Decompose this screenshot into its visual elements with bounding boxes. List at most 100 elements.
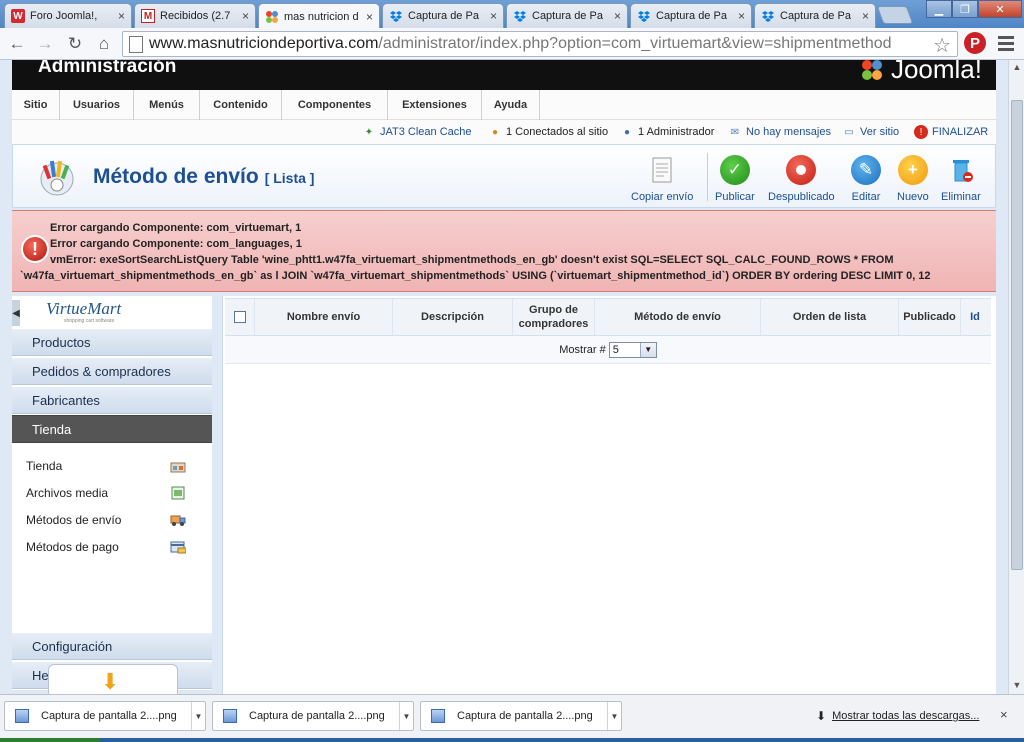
browser-menu-icon[interactable] xyxy=(998,36,1014,54)
copy-shipment-button[interactable]: Copiar envío xyxy=(631,155,693,203)
toolbar-separator xyxy=(707,153,708,201)
submenu-item-label: Tienda xyxy=(26,459,63,473)
publish-button[interactable]: ✓ Publicar xyxy=(715,155,755,203)
media-files-icon xyxy=(171,486,185,500)
scroll-up-icon[interactable]: ▲ xyxy=(1011,62,1023,74)
column-header-descripcion[interactable]: Descripción xyxy=(393,299,513,335)
select-all-cell xyxy=(225,299,255,335)
downloads-bar: Captura de pantalla 2....png ▼ Captura d… xyxy=(0,694,1024,742)
close-tab-icon[interactable]: × xyxy=(366,10,373,24)
column-header-nombre-envio[interactable]: Nombre envío xyxy=(255,299,393,335)
select-all-checkbox[interactable] xyxy=(233,311,246,323)
close-tab-icon[interactable]: × xyxy=(738,9,745,23)
column-header-publicado[interactable]: Publicado xyxy=(899,299,961,335)
new-tab-button[interactable] xyxy=(876,6,914,24)
menu-componentes[interactable]: Componentes xyxy=(282,90,388,120)
download-item[interactable]: Captura de pantalla 2....png ▼ xyxy=(4,701,206,731)
copy-shipment-label: Copiar envío xyxy=(631,191,694,203)
submenu-item-metodos-envio[interactable]: Métodos de envío xyxy=(26,510,186,530)
admin-users: ● 1 Administrador xyxy=(620,123,714,141)
menu-contenido[interactable]: Contenido xyxy=(200,90,282,120)
tab-gmail[interactable]: M Recibidos (2.7 × xyxy=(134,3,256,28)
download-item[interactable]: Captura de pantalla 2....png ▼ xyxy=(420,701,622,731)
dropbox-icon xyxy=(637,9,651,23)
chevron-down-icon[interactable]: ▼ xyxy=(399,702,413,730)
close-tab-icon[interactable]: × xyxy=(242,9,249,23)
show-all-downloads-link[interactable]: ⬇ Mostrar todas las descargas... xyxy=(816,709,979,723)
view-site-link[interactable]: ▭ Ver sitio xyxy=(842,123,899,141)
back-icon[interactable]: ← xyxy=(6,33,28,55)
minimize-icon[interactable]: ▁ xyxy=(926,0,952,18)
column-header-grupo-compradores[interactable]: Grupo de compradores xyxy=(513,299,595,335)
submenu-item-archivos-media[interactable]: Archivos media xyxy=(26,483,186,503)
column-header-metodo-envio[interactable]: Método de envío xyxy=(595,299,761,335)
admin-header: Administración Joomla! xyxy=(12,60,996,90)
logout-link[interactable]: ! FINALIZAR xyxy=(914,123,988,141)
tab-captura-2[interactable]: Captura de Pa × xyxy=(506,3,628,28)
close-tab-icon[interactable]: × xyxy=(490,9,497,23)
tab-captura-1[interactable]: Captura de Pa × xyxy=(382,3,504,28)
address-bar[interactable]: www.masnutriciondeportiva.com/administra… xyxy=(122,31,958,57)
close-tab-icon[interactable]: × xyxy=(862,9,869,23)
chevron-down-icon[interactable]: ▼ xyxy=(607,702,621,730)
url-path: /administrator/index.php?option=com_virt… xyxy=(378,35,892,52)
edit-button[interactable]: ✎ Editar xyxy=(851,155,881,203)
users-icon: ● xyxy=(491,126,499,138)
new-button[interactable]: + Nuevo xyxy=(897,155,929,203)
tab-captura-3[interactable]: Captura de Pa × xyxy=(630,3,752,28)
column-header-orden-lista[interactable]: Orden de lista xyxy=(761,299,899,335)
scroll-down-icon[interactable]: ▼ xyxy=(1011,680,1023,692)
collapse-sidebar-icon[interactable]: ◀ xyxy=(12,300,20,326)
mail-icon: ✉ xyxy=(730,126,740,138)
scrollbar-thumb[interactable] xyxy=(1011,100,1023,570)
chevron-down-icon: ▼ xyxy=(639,342,656,357)
vertical-scrollbar[interactable]: ▲ ▼ xyxy=(1008,60,1024,694)
connected-users: ● 1 Conectados al sitio xyxy=(488,123,608,141)
home-icon[interactable]: ⌂ xyxy=(93,33,115,55)
menu-usuarios[interactable]: Usuarios xyxy=(60,90,134,120)
menu-sitio[interactable]: Sitio xyxy=(12,90,60,120)
menu-extensiones[interactable]: Extensiones xyxy=(388,90,482,120)
connected-users-label: 1 Conectados al sitio xyxy=(506,126,609,138)
submenu-item-label: Archivos media xyxy=(26,486,109,500)
submenu-item-tienda[interactable]: Tienda xyxy=(26,456,186,476)
page-size-select[interactable]: 5 ▼ xyxy=(608,341,657,358)
close-tab-icon[interactable]: × xyxy=(614,9,621,23)
submenu-item-metodos-pago[interactable]: Métodos de pago xyxy=(26,537,186,557)
sidebar-item-fabricantes[interactable]: Fabricantes xyxy=(12,386,212,414)
messages-link[interactable]: ✉ No hay mensajes xyxy=(728,123,831,141)
sidebar-item-productos[interactable]: Productos xyxy=(12,328,212,356)
tab-mas-nutricion[interactable]: mas nutricion d × xyxy=(258,3,380,29)
taskbar-strip xyxy=(0,738,1024,742)
close-tab-icon[interactable]: × xyxy=(118,9,125,23)
unpublish-button[interactable]: Despublicado xyxy=(768,155,835,203)
virtuemart-logo-subtext: shopping cart software xyxy=(64,318,115,324)
dropbox-icon xyxy=(761,9,775,23)
sidebar-item-pedidos[interactable]: Pedidos & compradores xyxy=(12,357,212,385)
restore-icon[interactable]: ❐ xyxy=(952,0,978,18)
virtuemart-logo: ◀ VirtueMart shopping cart software xyxy=(12,296,212,328)
jat3-clean-cache-link[interactable]: ✦ JAT3 Clean Cache xyxy=(362,123,472,141)
menu-menus[interactable]: Menús xyxy=(134,90,200,120)
admin-status-bar: ✦ JAT3 Clean Cache ● 1 Conectados al sit… xyxy=(12,120,996,144)
forward-icon[interactable]: → xyxy=(34,33,56,55)
tab-foro-joomla[interactable]: W Foro Joomla!, × xyxy=(4,3,132,28)
close-downloads-icon[interactable]: × xyxy=(1000,707,1008,722)
menu-ayuda[interactable]: Ayuda xyxy=(482,90,540,120)
sidebar-item-configuracion[interactable]: Configuración xyxy=(12,632,212,660)
page-size-value: 5 xyxy=(612,343,619,356)
delete-button[interactable]: Eliminar xyxy=(941,155,981,203)
close-window-icon[interactable]: ✕ xyxy=(978,0,1022,18)
publish-label: Publicar xyxy=(715,191,755,203)
chevron-down-icon[interactable]: ▼ xyxy=(191,702,205,730)
error-line-1: Error cargando Componente: com_virtuemar… xyxy=(50,222,302,234)
page-toolbar: Método de envío [ Lista ] Copiar envío ✓ … xyxy=(12,144,996,208)
bookmark-star-icon[interactable]: ☆ xyxy=(933,33,951,58)
column-header-id[interactable]: Id xyxy=(961,299,989,335)
tab-captura-4[interactable]: Captura de Pa × xyxy=(754,3,876,28)
view-site-label: Ver sitio xyxy=(860,126,900,138)
reload-icon[interactable]: ↻ xyxy=(64,33,86,55)
pinterest-icon[interactable]: P xyxy=(964,32,986,54)
download-item[interactable]: Captura de pantalla 2....png ▼ xyxy=(212,701,414,731)
sidebar-item-tienda[interactable]: Tienda xyxy=(12,415,212,443)
